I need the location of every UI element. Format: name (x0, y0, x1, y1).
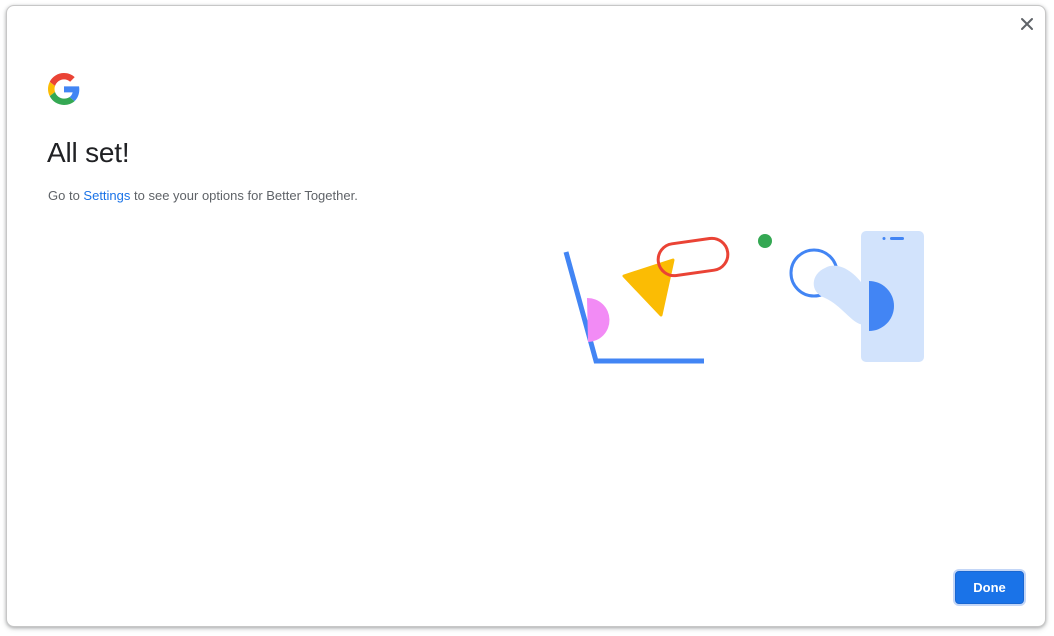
green-dot (758, 234, 772, 248)
close-icon (1021, 18, 1033, 30)
settings-link[interactable]: Settings (83, 188, 130, 203)
phone-speaker (890, 237, 904, 240)
phone-camera (882, 237, 886, 240)
laptop-shape (563, 251, 704, 364)
page-title: All set! (47, 137, 130, 168)
done-button[interactable]: Done (955, 571, 1024, 604)
better-together-illustration (563, 231, 924, 364)
google-logo-icon (48, 73, 80, 105)
close-button[interactable] (1015, 12, 1039, 36)
subtitle-prefix: Go to (48, 188, 84, 203)
setup-complete-dialog: All set! Go to Settings to see your opti… (6, 5, 1046, 627)
subtitle: Go to Settings to see your options for B… (48, 188, 358, 203)
pink-semicircle (587, 297, 610, 342)
yellow-triangle (622, 258, 675, 317)
light-blue-blob (813, 265, 865, 325)
subtitle-suffix: to see your options for Better Together. (130, 188, 358, 203)
